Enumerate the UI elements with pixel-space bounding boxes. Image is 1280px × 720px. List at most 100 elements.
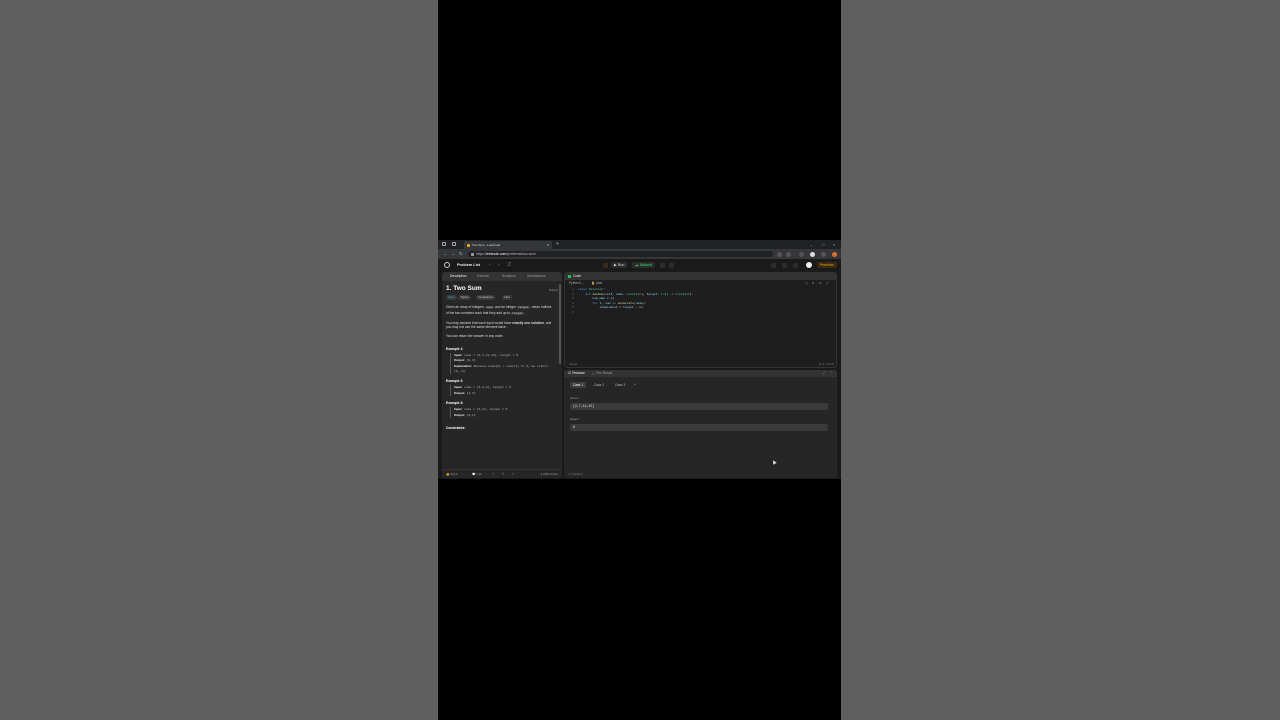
reload-icon[interactable]: ↻ xyxy=(459,249,463,259)
topics-tag[interactable]: Topics xyxy=(458,295,471,300)
shield-icon[interactable] xyxy=(786,251,791,257)
browser-tab-bar: Two Sum - LeetCode × + – □ × xyxy=(438,240,841,249)
tab-editorial[interactable]: Editorial xyxy=(477,272,489,281)
shuffle-icon[interactable]: ⤮ xyxy=(507,259,511,271)
description-panel: Description Editorial Solutions Submissi… xyxy=(442,272,562,478)
code-icon xyxy=(568,275,571,278)
like-button[interactable]: 👍 60.1K xyxy=(446,470,458,478)
add-case-button[interactable]: + xyxy=(631,382,639,388)
reset-icon[interactable]: ↺ xyxy=(819,280,822,287)
description-scrollbar[interactable] xyxy=(559,284,561,364)
text: You may assume that each input would hav… xyxy=(446,320,513,325)
run-label: Run xyxy=(617,263,625,267)
text: . xyxy=(523,310,525,315)
target-input[interactable]: 9 xyxy=(570,424,828,431)
settings-icon[interactable] xyxy=(782,262,787,268)
input-label: Input: xyxy=(454,384,463,389)
bookmark-star-icon[interactable] xyxy=(777,251,782,257)
debug-icon[interactable] xyxy=(603,262,608,268)
new-tab-button[interactable]: + xyxy=(556,240,559,249)
collapse-panel-icon[interactable]: ⌃ xyxy=(830,370,833,377)
maximize-panel-icon[interactable]: ⤢ xyxy=(823,370,826,377)
timer-icon[interactable] xyxy=(669,262,674,268)
share-icon[interactable]: ⇱ xyxy=(502,470,504,478)
line-number: 6 xyxy=(572,311,574,314)
tab-description[interactable]: Description xyxy=(450,272,467,281)
online-label: 1869 Online xyxy=(542,472,558,476)
comments-button[interactable]: 💬 1.3K xyxy=(472,470,482,478)
notes-icon[interactable] xyxy=(660,262,665,268)
minimize-button[interactable]: – xyxy=(810,240,812,249)
case-tab-1[interactable]: Case 1 xyxy=(570,382,587,388)
tab-solutions[interactable]: Solutions xyxy=(502,272,516,281)
companies-tag[interactable]: Companies xyxy=(476,295,496,300)
code-line: complement = target - nu xyxy=(599,306,643,310)
code-footer: Saved Ln 6, Col 34 xyxy=(565,361,836,367)
bold-text: exactly one solution xyxy=(512,320,544,325)
browser-tab[interactable]: Two Sum - LeetCode × xyxy=(464,241,552,249)
run-button[interactable]: ▶ Run xyxy=(611,262,628,268)
profile-avatar-icon[interactable] xyxy=(810,251,815,257)
case-tab-3[interactable]: Case 3 xyxy=(612,382,628,388)
fullscreen-icon[interactable]: ⤢ xyxy=(826,280,829,287)
tab-actions-icon[interactable] xyxy=(452,242,456,246)
help-icon[interactable]: ? xyxy=(512,470,514,478)
input-label: Input: xyxy=(454,352,463,357)
hint-tag[interactable]: Hint xyxy=(502,295,512,300)
online-count: ● 1869 Online xyxy=(540,472,558,476)
testcase-footer: </> Source xyxy=(564,470,837,478)
code-toolbar: Python3 ⌄ 🔒 Auto ▢ ≡ ↺ ⤢ xyxy=(565,280,836,287)
bookmark-icon[interactable]: ▢ xyxy=(805,280,808,287)
testcase-tab-label: Testcase xyxy=(571,371,585,375)
language-select[interactable]: Python3 ⌄ xyxy=(569,280,584,287)
close-window-button[interactable]: × xyxy=(833,240,835,249)
problem-title[interactable]: 1. Two Sum xyxy=(446,284,554,293)
case-tab-2[interactable]: Case 2 xyxy=(591,382,607,388)
tab-testcase[interactable]: ☑ Testcase xyxy=(568,370,585,377)
tab-test-result[interactable]: ›_ Test Result xyxy=(592,370,612,377)
inline-code: target xyxy=(516,306,530,309)
code-editor[interactable]: 1 2 3 4 5 6 class Solution: def twoSum(s… xyxy=(565,288,836,358)
submit-button[interactable]: ☁ Submit xyxy=(632,262,655,268)
extensions-icon[interactable] xyxy=(799,251,804,257)
example-block: Input: nums = [2,7,11,15], target = 9 Ou… xyxy=(450,352,554,375)
nums-input[interactable]: [2,7,11,15] xyxy=(570,403,828,410)
example-input: nums = [3,3], target = 6 xyxy=(464,407,508,411)
auto-mode[interactable]: 🔒 Auto xyxy=(591,280,602,287)
layout-icon[interactable] xyxy=(771,262,776,268)
source-label: Source xyxy=(573,472,583,476)
problem-description: 1. Two Sum Easy Topics Companies Hint Gi… xyxy=(446,284,554,431)
description-footer: 👍 60.1K 💬 1.3K ☆ ⇱ ? ● 1869 Online xyxy=(442,469,562,478)
user-avatar[interactable] xyxy=(806,262,812,268)
constraints-heading: Constraints: xyxy=(446,426,466,431)
problem-list-link[interactable]: Problem List xyxy=(457,259,480,271)
language-label: Python3 xyxy=(569,281,581,285)
close-tab-icon[interactable]: × xyxy=(547,241,549,249)
format-icon[interactable]: ≡ xyxy=(812,280,814,287)
back-icon[interactable]: ← xyxy=(443,249,448,259)
saved-status: Saved xyxy=(569,362,577,366)
premium-button[interactable]: Premium xyxy=(817,262,837,268)
extension-badge-icon[interactable] xyxy=(832,251,837,257)
example-heading: Example 2: xyxy=(446,379,464,384)
maximize-button[interactable]: □ xyxy=(822,240,824,249)
tab-submissions[interactable]: Submissions xyxy=(527,272,546,281)
example-block: Input: nums = [3,2,4], target = 6 Output… xyxy=(450,384,554,397)
streak-icon[interactable] xyxy=(793,262,798,268)
star-icon[interactable]: ☆ xyxy=(492,470,495,478)
output-label: Output: xyxy=(454,358,465,363)
menu-icon[interactable] xyxy=(821,251,826,257)
example-output: [0,1] xyxy=(466,413,476,417)
next-problem-icon[interactable]: › xyxy=(498,259,500,271)
forward-icon[interactable]: → xyxy=(451,249,456,259)
prev-problem-icon[interactable]: ‹ xyxy=(489,259,491,271)
source-button[interactable]: </> Source xyxy=(568,470,583,478)
url-prefix: https:// xyxy=(476,252,487,256)
profile-icon[interactable] xyxy=(442,242,446,246)
example-input: nums = [2,7,11,15], target = 9 xyxy=(464,353,519,357)
url-field[interactable]: https://leetcode.com/problems/two-sum/ xyxy=(468,251,773,257)
like-count: 60.1K xyxy=(450,472,458,476)
output-label: Output: xyxy=(454,390,465,395)
test-result-tab-label: Test Result xyxy=(595,371,613,375)
leetcode-logo-icon[interactable] xyxy=(444,262,450,268)
